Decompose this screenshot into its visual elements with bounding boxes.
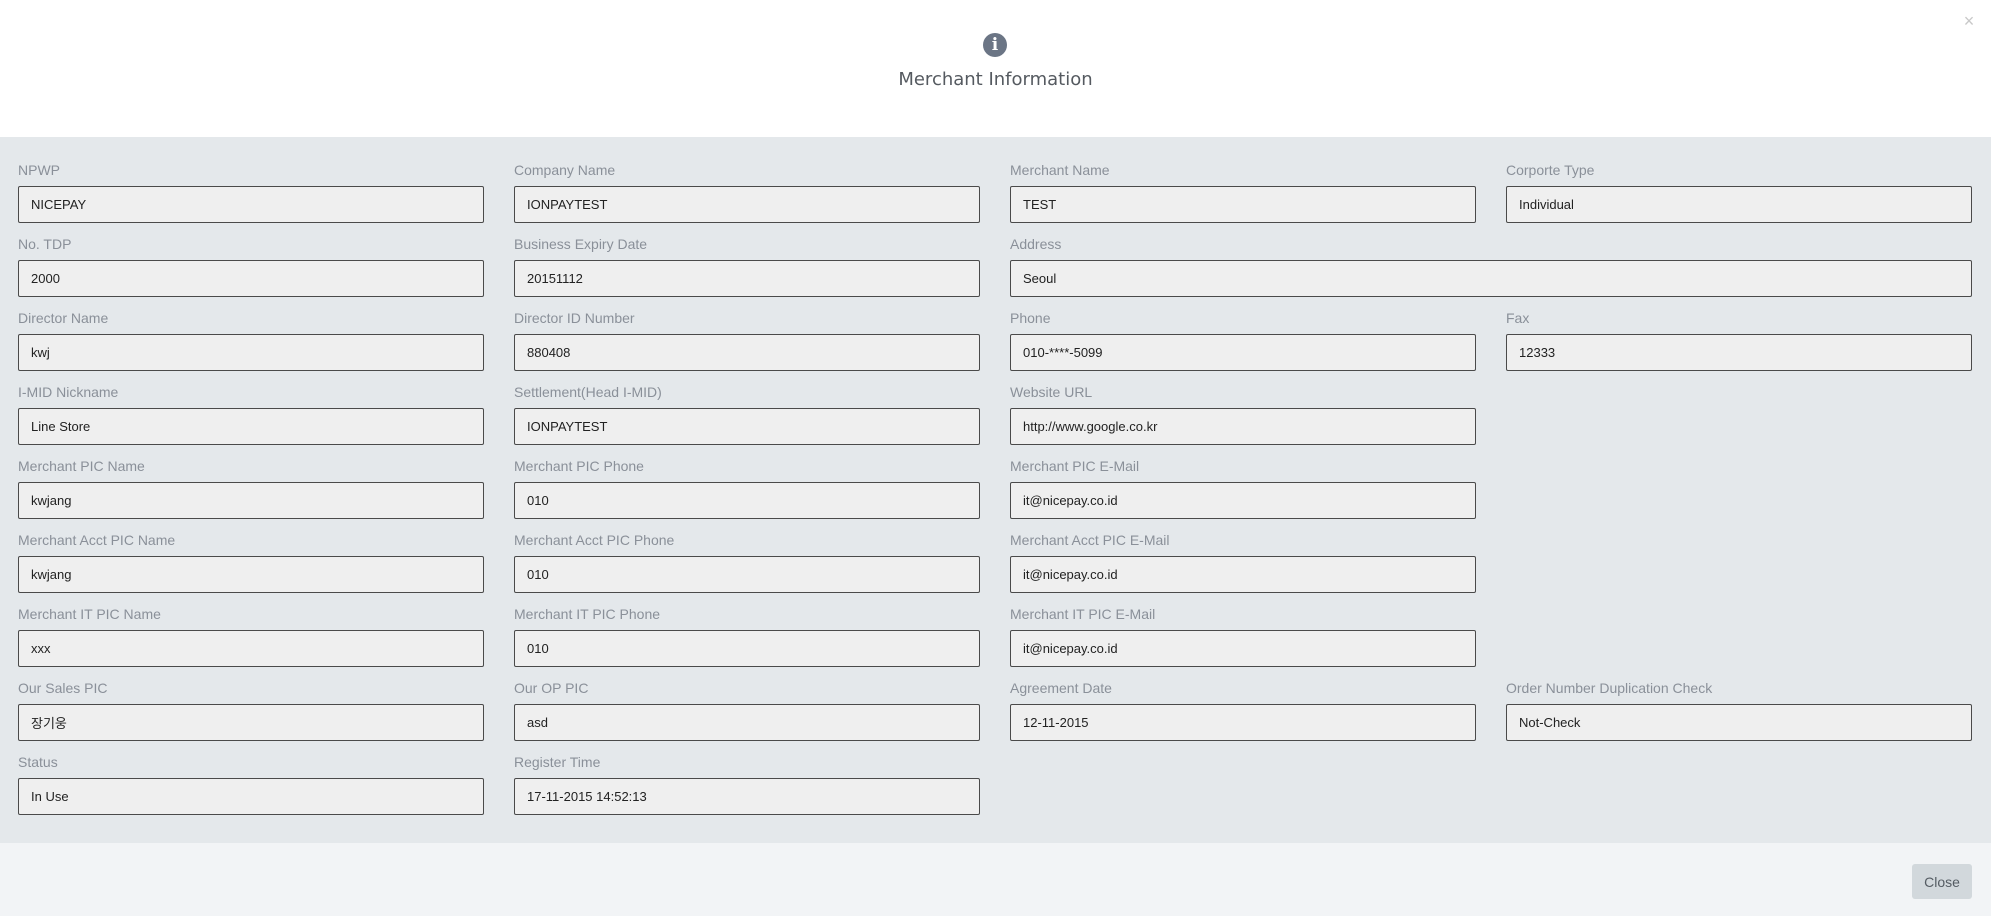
merchant-info-form: NPWP Company Name Merchant Name Corporte… <box>0 137 1991 843</box>
website-url-label: Website URL <box>1010 384 1093 400</box>
address-input[interactable] <box>1010 260 1972 297</box>
field-merchant-name: Merchant Name <box>1010 161 1476 223</box>
register-time-label: Register Time <box>514 754 601 770</box>
settlement-head-imid-input[interactable] <box>514 408 980 445</box>
field-our-op-pic: Our OP PIC <box>514 679 980 741</box>
order-number-duplication-check-input[interactable] <box>1506 704 1972 741</box>
field-fax: Fax <box>1506 309 1972 371</box>
business-expiry-date-input[interactable] <box>514 260 980 297</box>
director-id-number-label: Director ID Number <box>514 310 635 326</box>
close-button[interactable]: Close <box>1912 864 1972 899</box>
corporate-type-label: Corporte Type <box>1506 162 1595 178</box>
merchant-it-pic-phone-input[interactable] <box>514 630 980 667</box>
merchant-pic-name-label: Merchant PIC Name <box>18 458 145 474</box>
merchant-pic-phone-label: Merchant PIC Phone <box>514 458 644 474</box>
merchant-pic-name-input[interactable] <box>18 482 484 519</box>
field-corporate-type: Corporte Type <box>1506 161 1972 223</box>
field-npwp: NPWP <box>18 161 484 223</box>
field-our-sales-pic: Our Sales PIC <box>18 679 484 741</box>
address-label: Address <box>1010 236 1062 252</box>
field-no-tdp: No. TDP <box>18 235 484 297</box>
field-website-url: Website URL <box>1010 383 1476 445</box>
field-status: Status <box>18 753 484 815</box>
field-merchant-it-pic-phone: Merchant IT PIC Phone <box>514 605 980 667</box>
field-director-name: Director Name <box>18 309 484 371</box>
status-label: Status <box>18 754 58 770</box>
director-id-number-input[interactable] <box>514 334 980 371</box>
phone-label: Phone <box>1010 310 1051 326</box>
info-circle-icon: i <box>983 33 1007 57</box>
close-icon[interactable]: × <box>1960 12 1978 30</box>
business-expiry-date-label: Business Expiry Date <box>514 236 648 252</box>
field-director-id-number: Director ID Number <box>514 309 980 371</box>
imid-nickname-input[interactable] <box>18 408 484 445</box>
field-business-expiry-date: Business Expiry Date <box>514 235 980 297</box>
merchant-name-input[interactable] <box>1010 186 1476 223</box>
fax-input[interactable] <box>1506 334 1972 371</box>
merchant-acct-pic-phone-input[interactable] <box>514 556 980 593</box>
company-name-label: Company Name <box>514 162 616 178</box>
npwp-label: NPWP <box>18 162 60 178</box>
field-address: Address <box>1010 235 1972 297</box>
merchant-it-pic-phone-label: Merchant IT PIC Phone <box>514 606 661 622</box>
register-time-input[interactable] <box>514 778 980 815</box>
field-merchant-acct-pic-email: Merchant Acct PIC E-Mail <box>1010 531 1476 593</box>
field-settlement-head-imid: Settlement(Head I-MID) <box>514 383 980 445</box>
merchant-it-pic-email-input[interactable] <box>1010 630 1476 667</box>
merchant-acct-pic-name-input[interactable] <box>18 556 484 593</box>
merchant-it-pic-email-label: Merchant IT PIC E-Mail <box>1010 606 1156 622</box>
merchant-pic-email-input[interactable] <box>1010 482 1476 519</box>
modal-footer: Close <box>0 843 1991 916</box>
field-merchant-acct-pic-name: Merchant Acct PIC Name <box>18 531 484 593</box>
field-merchant-pic-email: Merchant PIC E-Mail <box>1010 457 1476 519</box>
fax-label: Fax <box>1506 310 1530 326</box>
our-sales-pic-input[interactable] <box>18 704 484 741</box>
phone-input[interactable] <box>1010 334 1476 371</box>
modal-title: Merchant Information <box>898 69 1093 90</box>
npwp-input[interactable] <box>18 186 484 223</box>
merchant-acct-pic-email-input[interactable] <box>1010 556 1476 593</box>
director-name-input[interactable] <box>18 334 484 371</box>
merchant-pic-phone-input[interactable] <box>514 482 980 519</box>
field-order-number-duplication-check: Order Number Duplication Check <box>1506 679 1972 741</box>
field-phone: Phone <box>1010 309 1476 371</box>
website-url-input[interactable] <box>1010 408 1476 445</box>
merchant-it-pic-name-label: Merchant IT PIC Name <box>18 606 161 622</box>
merchant-name-label: Merchant Name <box>1010 162 1110 178</box>
merchant-acct-pic-email-label: Merchant Acct PIC E-Mail <box>1010 532 1170 548</box>
status-input[interactable] <box>18 778 484 815</box>
our-op-pic-input[interactable] <box>514 704 980 741</box>
field-register-time: Register Time <box>514 753 980 815</box>
merchant-pic-email-label: Merchant PIC E-Mail <box>1010 458 1140 474</box>
no-tdp-input[interactable] <box>18 260 484 297</box>
company-name-input[interactable] <box>514 186 980 223</box>
field-merchant-pic-name: Merchant PIC Name <box>18 457 484 519</box>
our-sales-pic-label: Our Sales PIC <box>18 680 108 696</box>
field-imid-nickname: I-MID Nickname <box>18 383 484 445</box>
modal-header: i Merchant Information × <box>0 0 1991 137</box>
merchant-it-pic-name-input[interactable] <box>18 630 484 667</box>
our-op-pic-label: Our OP PIC <box>514 680 589 696</box>
field-company-name: Company Name <box>514 161 980 223</box>
agreement-date-label: Agreement Date <box>1010 680 1112 696</box>
field-merchant-pic-phone: Merchant PIC Phone <box>514 457 980 519</box>
field-merchant-it-pic-email: Merchant IT PIC E-Mail <box>1010 605 1476 667</box>
director-name-label: Director Name <box>18 310 109 326</box>
no-tdp-label: No. TDP <box>18 236 72 252</box>
field-agreement-date: Agreement Date <box>1010 679 1476 741</box>
field-merchant-acct-pic-phone: Merchant Acct PIC Phone <box>514 531 980 593</box>
merchant-acct-pic-phone-label: Merchant Acct PIC Phone <box>514 532 675 548</box>
agreement-date-input[interactable] <box>1010 704 1476 741</box>
imid-nickname-label: I-MID Nickname <box>18 384 119 400</box>
merchant-acct-pic-name-label: Merchant Acct PIC Name <box>18 532 176 548</box>
order-number-duplication-check-label: Order Number Duplication Check <box>1506 680 1713 696</box>
field-merchant-it-pic-name: Merchant IT PIC Name <box>18 605 484 667</box>
corporate-type-input[interactable] <box>1506 186 1972 223</box>
settlement-head-imid-label: Settlement(Head I-MID) <box>514 384 662 400</box>
